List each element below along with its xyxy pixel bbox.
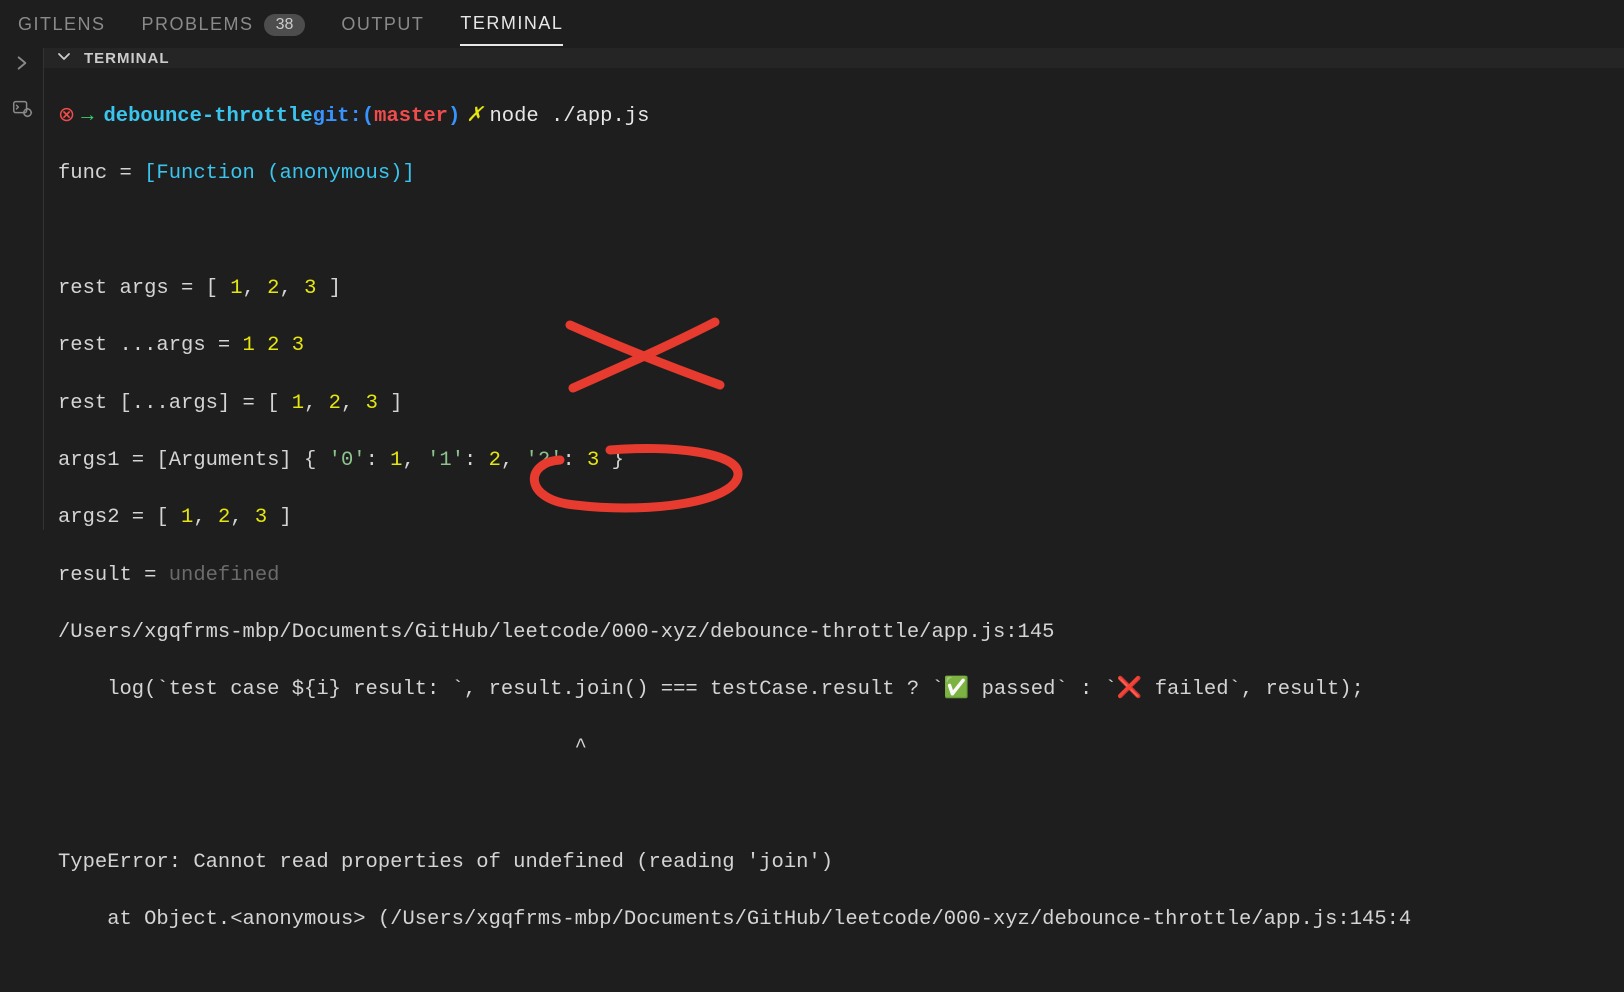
num: 1 — [390, 449, 402, 472]
debug-console-icon[interactable] — [11, 97, 33, 126]
terminal-line: at Object.<anonymous> (/Users/xgqfrms-mb… — [58, 906, 1610, 935]
error-status-icon: ⊗ — [58, 103, 75, 132]
text: , — [501, 449, 526, 472]
key: '2' — [526, 449, 563, 472]
prompt-dir: debounce-throttle — [104, 103, 313, 132]
panel-gutter — [0, 48, 44, 530]
key: '1' — [427, 449, 464, 472]
terminal-line: log(`test case ${i} result: `, result.jo… — [58, 676, 1610, 705]
text: [Function (anonymous)] — [144, 162, 415, 185]
text: , — [304, 392, 329, 415]
terminal-output[interactable]: ⊗→ debounce-throttle git:(master)✗node .… — [44, 68, 1624, 992]
num: 2 — [329, 392, 341, 415]
prompt-arrow-icon: → — [81, 103, 93, 132]
num: 2 — [267, 277, 279, 300]
panel-tabbar: GITLENS PROBLEMS 38 OUTPUT TERMINAL — [0, 0, 1624, 48]
text: , — [243, 277, 268, 300]
text: args1 = [Arguments] { — [58, 449, 329, 472]
text: args2 = [ — [58, 506, 181, 529]
num: 1 — [230, 277, 242, 300]
terminal-line — [58, 791, 1610, 820]
text: , — [402, 449, 427, 472]
tab-label: PROBLEMS — [142, 14, 254, 35]
text: ] — [316, 277, 341, 300]
tab-output[interactable]: OUTPUT — [341, 2, 424, 45]
num: 1 — [243, 334, 255, 357]
text: , — [341, 392, 366, 415]
terminal-section-header[interactable]: TERMINAL — [44, 48, 1624, 68]
terminal-line: ^ — [58, 734, 1610, 763]
terminal-line: rest [...args] = [ 1, 2, 3 ] — [58, 390, 1610, 419]
text — [279, 334, 291, 357]
tab-gitlens[interactable]: GITLENS — [18, 2, 106, 45]
num: 1 — [292, 392, 304, 415]
num: 3 — [587, 449, 599, 472]
text: result = — [58, 564, 169, 587]
error-message: TypeError: Cannot read properties of und… — [58, 851, 833, 874]
terminal-line: result = undefined — [58, 562, 1610, 591]
text — [255, 334, 267, 357]
text: : — [562, 449, 587, 472]
num: 3 — [304, 277, 316, 300]
terminal-line: args1 = [Arguments] { '0': 1, '1': 2, '2… — [58, 447, 1610, 476]
chevron-right-icon[interactable] — [13, 54, 31, 79]
key: '0' — [329, 449, 366, 472]
num: 3 — [366, 392, 378, 415]
prompt-command: node ./app.js — [489, 103, 649, 132]
text: : — [366, 449, 391, 472]
prompt-dirty-icon: ✗ — [466, 103, 483, 132]
text: , — [230, 506, 255, 529]
prompt-git-close: ) — [448, 103, 460, 132]
text: ] — [267, 506, 292, 529]
num: 2 — [218, 506, 230, 529]
panel-content: TERMINAL ⊗→ debounce-throttle git:(maste… — [44, 48, 1624, 530]
prompt-line: ⊗→ debounce-throttle git:(master)✗node .… — [58, 103, 1610, 132]
stack-caret: ^ — [58, 736, 587, 759]
num: 1 — [181, 506, 193, 529]
text: ] — [378, 392, 403, 415]
terminal-line: func = [Function (anonymous)] — [58, 160, 1610, 189]
problems-count-badge: 38 — [264, 14, 306, 36]
tab-terminal[interactable]: TERMINAL — [460, 1, 563, 46]
stack-source: log(`test case ${i} result: `, result.jo… — [58, 678, 1364, 701]
tab-label: TERMINAL — [460, 13, 563, 34]
tab-problems[interactable]: PROBLEMS 38 — [142, 2, 306, 46]
text: func = — [58, 162, 144, 185]
stack-frame: at Object.<anonymous> (/Users/xgqfrms-mb… — [58, 908, 1411, 931]
prompt-branch: master — [374, 103, 448, 132]
stack-path: /Users/xgqfrms-mbp/Documents/GitHub/leet… — [58, 621, 1054, 644]
text: , — [279, 277, 304, 300]
text: : — [464, 449, 489, 472]
num: 2 — [267, 334, 279, 357]
prompt-git-label: git:( — [313, 103, 375, 132]
terminal-line: /Users/xgqfrms-mbp/Documents/GitHub/leet… — [58, 619, 1610, 648]
terminal-line: rest ...args = 1 2 3 — [58, 332, 1610, 361]
text: } — [599, 449, 624, 472]
num: 2 — [489, 449, 501, 472]
num: 3 — [292, 334, 304, 357]
text: , — [193, 506, 218, 529]
text: rest ...args = — [58, 334, 243, 357]
chevron-down-icon — [56, 48, 72, 68]
num: 3 — [255, 506, 267, 529]
undefined-value: undefined — [169, 564, 280, 587]
terminal-line — [58, 217, 1610, 246]
tab-label: OUTPUT — [341, 14, 424, 35]
section-title: TERMINAL — [84, 50, 170, 67]
tab-label: GITLENS — [18, 14, 106, 35]
text: rest [...args] = [ — [58, 392, 292, 415]
terminal-line: args2 = [ 1, 2, 3 ] — [58, 504, 1610, 533]
text: rest args = [ — [58, 277, 230, 300]
terminal-line: TypeError: Cannot read properties of und… — [58, 849, 1610, 878]
terminal-line: rest args = [ 1, 2, 3 ] — [58, 275, 1610, 304]
